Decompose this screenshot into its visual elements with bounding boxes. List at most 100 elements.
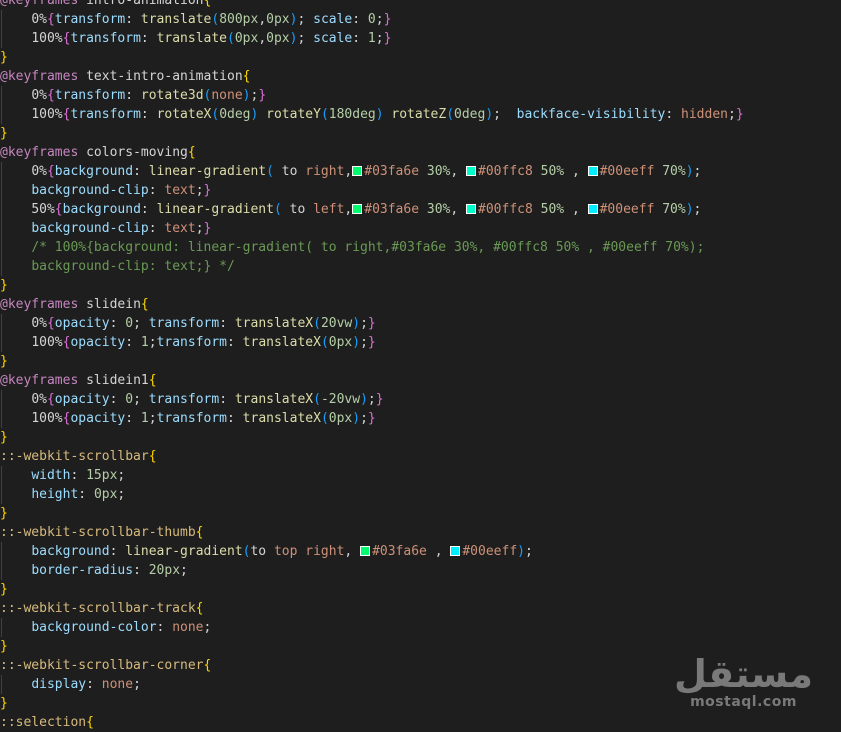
code-line[interactable]: 100%{transform: translate(0px,0px); scal…: [0, 29, 841, 48]
code-token: background-clip: [31, 221, 149, 236]
code-line[interactable]: ::-webkit-scrollbar{: [0, 447, 841, 466]
code-token: {: [148, 373, 157, 388]
code-token: :: [140, 31, 157, 46]
code-token: width: [31, 468, 71, 483]
code-token: :: [140, 107, 157, 122]
code-line[interactable]: 100%{transform: rotateX(0deg) rotateY(18…: [0, 105, 841, 124]
color-swatch-icon[interactable]: [466, 204, 477, 214]
code-token: {: [195, 601, 204, 616]
color-swatch-icon[interactable]: [587, 204, 598, 214]
indent-guide: [1, 314, 2, 333]
code-line[interactable]: background-clip: text;} */: [0, 257, 841, 276]
code-line[interactable]: }: [0, 504, 841, 523]
code-token: transform: [54, 88, 126, 103]
code-token: }: [258, 88, 267, 103]
code-line[interactable]: }: [0, 428, 841, 447]
code-line[interactable]: ::-webkit-scrollbar-thumb{: [0, 523, 841, 542]
code-token: (: [211, 107, 220, 122]
code-line[interactable]: @keyframes text-intro-animation{: [0, 67, 841, 86]
code-line[interactable]: }: [0, 48, 841, 67]
code-token: ;: [117, 468, 126, 483]
code-editor[interactable]: @keyframes intro-animation{ 0%{transform…: [0, 0, 841, 732]
code-token: #00eeff: [462, 544, 518, 559]
code-token: background-color: [31, 620, 157, 635]
code-token: 0: [367, 12, 376, 27]
code-token: #03fa6e: [364, 164, 420, 179]
color-swatch-icon[interactable]: [466, 166, 477, 176]
code-token: ,: [564, 164, 588, 179]
code-line[interactable]: 0%{opacity: 0; transform: translateX(20v…: [0, 314, 841, 333]
code-token: 0%: [31, 392, 47, 407]
code-token: transform: [148, 392, 220, 407]
code-line[interactable]: background-clip: text;}: [0, 181, 841, 200]
code-line[interactable]: }: [0, 276, 841, 295]
code-token: background: [31, 544, 110, 559]
code-token: to: [281, 202, 314, 217]
code-line[interactable]: @keyframes slidein{: [0, 295, 841, 314]
code-token: ;: [693, 164, 702, 179]
color-swatch-icon[interactable]: [352, 204, 363, 214]
code-line[interactable]: 100%{opacity: 1;transform: translateX(0p…: [0, 409, 841, 428]
code-line[interactable]: ::selection{: [0, 713, 841, 732]
code-token: @keyframes: [0, 69, 79, 84]
code-token: text: [164, 221, 196, 236]
indent-guide: [1, 618, 2, 637]
code-token: ): [375, 107, 384, 122]
code-line[interactable]: /* 100%{background: linear-gradient( to …: [0, 238, 841, 257]
code-token: transform: [148, 316, 220, 331]
code-line[interactable]: border-radius: 20px;: [0, 561, 841, 580]
code-token: ;: [148, 411, 157, 426]
code-token: 50%: [540, 202, 565, 217]
code-line[interactable]: width: 15px;: [0, 466, 841, 485]
code-line[interactable]: 100%{opacity: 1;transform: translateX(0p…: [0, 333, 841, 352]
code-line[interactable]: }: [0, 352, 841, 371]
code-line[interactable]: background: linear-gradient(to top right…: [0, 542, 841, 561]
code-token: 0%: [31, 88, 47, 103]
color-swatch-icon[interactable]: [360, 546, 371, 556]
code-line[interactable]: background-clip: text;}: [0, 219, 841, 238]
code-line[interactable]: ::-webkit-scrollbar-track{: [0, 599, 841, 618]
color-swatch-icon[interactable]: [587, 166, 598, 176]
color-swatch-icon[interactable]: [352, 166, 363, 176]
code-line[interactable]: 0%{transform: translate(800px,0px); scal…: [0, 10, 841, 29]
code-line[interactable]: @keyframes colors-moving{: [0, 143, 841, 162]
code-line[interactable]: background-color: none;: [0, 618, 841, 637]
code-token: translateX: [242, 335, 321, 350]
code-token: {: [148, 449, 157, 464]
code-token: background-clip: [31, 183, 149, 198]
color-swatch-icon[interactable]: [450, 546, 461, 556]
indent-guide: [1, 485, 2, 504]
code-token: :: [156, 620, 173, 635]
code-line[interactable]: 0%{background: linear-gradient( to right…: [0, 162, 841, 181]
code-token: ): [685, 164, 694, 179]
code-token: @keyframes: [0, 0, 79, 8]
code-line[interactable]: }: [0, 124, 841, 143]
code-token: 0px: [266, 31, 290, 46]
code-line[interactable]: 50%{background: linear-gradient( to left…: [0, 200, 841, 219]
code-line[interactable]: @keyframes slidein1{: [0, 371, 841, 390]
code-token: ::-webkit-scrollbar: [0, 449, 149, 464]
code-token: :: [133, 164, 149, 179]
code-token: scale: [313, 12, 353, 27]
code-token: ;: [297, 12, 314, 27]
watermark: مستقل mostaql.com: [674, 654, 813, 710]
code-token: }: [735, 107, 744, 122]
code-line[interactable]: @keyframes intro-animation{: [0, 0, 841, 10]
code-line[interactable]: height: 0px;: [0, 485, 841, 504]
code-line[interactable]: }: [0, 580, 841, 599]
code-token: ;: [524, 544, 533, 559]
code-token: :: [109, 544, 126, 559]
code-token: #00eeff: [599, 202, 655, 217]
code-line[interactable]: 0%{transform: rotate3d(none);}: [0, 86, 841, 105]
code-token: 0px: [266, 12, 290, 27]
code-token: (: [320, 107, 329, 122]
code-line[interactable]: 0%{opacity: 0; transform: translateX(-20…: [0, 390, 841, 409]
code-token: ;: [133, 316, 149, 331]
code-token: }: [383, 12, 392, 27]
